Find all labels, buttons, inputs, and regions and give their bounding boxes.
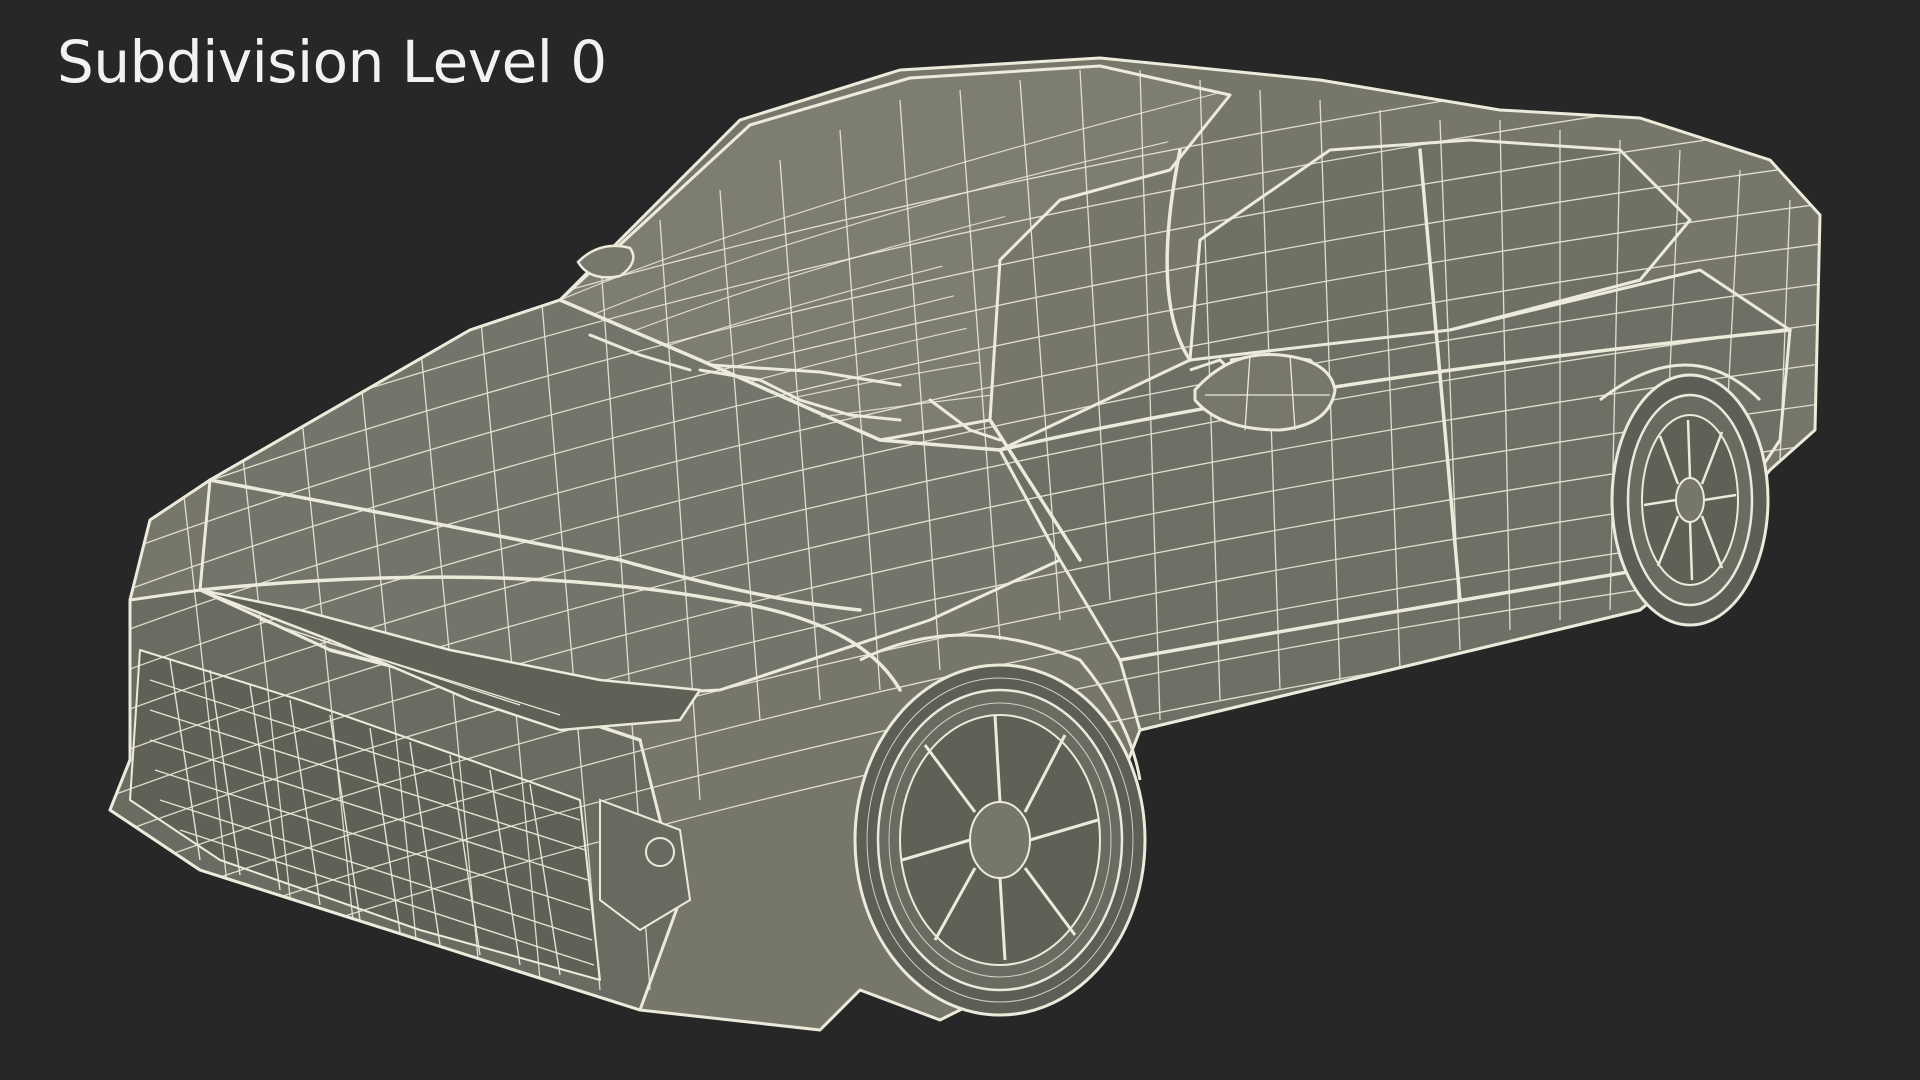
render-viewport: Subdivision Level 0 xyxy=(0,0,1920,1080)
rear-wheel xyxy=(1610,373,1770,627)
subdivision-level-caption: Subdivision Level 0 xyxy=(57,28,607,96)
front-wheel xyxy=(853,663,1147,1017)
front-mount xyxy=(576,244,635,279)
car-wireframe-render xyxy=(108,56,1822,1032)
